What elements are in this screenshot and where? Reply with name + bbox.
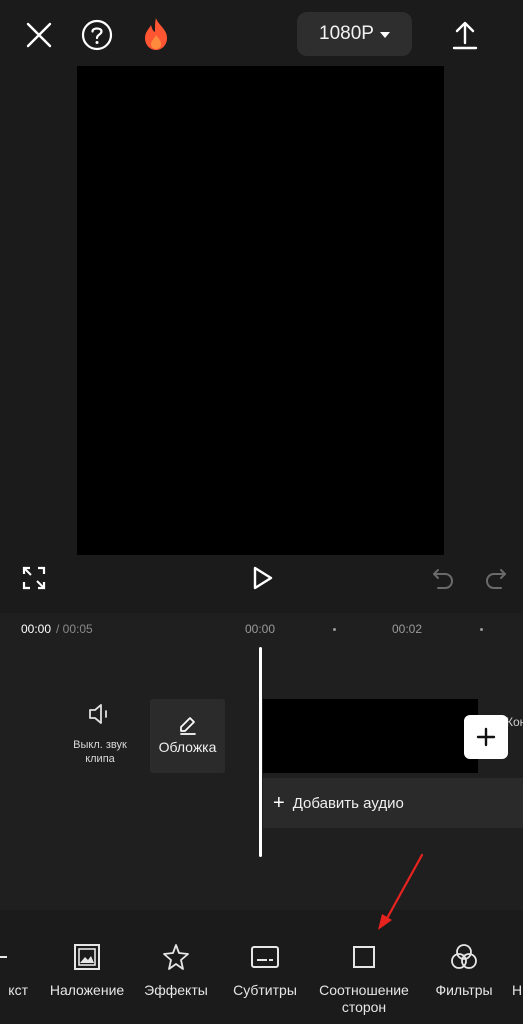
edit-pencil-icon xyxy=(177,714,199,736)
resolution-dropdown[interactable]: 1080P xyxy=(297,12,412,56)
play-button[interactable] xyxy=(247,563,277,593)
video-clip[interactable] xyxy=(263,699,478,773)
upload-icon xyxy=(452,21,478,50)
close-button[interactable] xyxy=(22,18,56,52)
tool-label: Субтитры xyxy=(233,982,297,998)
tool-label: Соотношение сторон xyxy=(319,982,409,1015)
plus-icon xyxy=(476,727,496,747)
ruler-tick xyxy=(480,628,483,631)
tool-next[interactable]: Н xyxy=(512,930,523,999)
fire-button[interactable] xyxy=(140,16,172,52)
play-icon xyxy=(253,566,273,590)
add-audio-label: Добавить аудио xyxy=(292,794,404,812)
help-icon xyxy=(81,19,113,51)
ruler-tick xyxy=(333,628,336,631)
close-icon xyxy=(26,22,52,48)
current-time: 00:00 xyxy=(21,622,52,636)
next-tool-icon xyxy=(512,942,523,972)
video-preview[interactable] xyxy=(77,66,444,555)
effects-icon xyxy=(161,942,191,972)
tool-subtitles[interactable]: Субтитры xyxy=(226,930,304,999)
ruler-label: 00:02 xyxy=(392,622,423,636)
tool-overlay[interactable]: Наложение xyxy=(44,930,130,999)
mute-clip-button[interactable]: Выкл. звук клипа xyxy=(58,700,142,772)
ruler-label: 00:00 xyxy=(245,622,276,636)
tool-filters[interactable]: Фильтры xyxy=(426,930,502,999)
tool-label: кст xyxy=(8,982,28,998)
cover-label: Обложка xyxy=(158,739,217,755)
tool-effects[interactable]: Эффекты xyxy=(138,930,214,999)
help-button[interactable] xyxy=(80,18,114,52)
tool-text[interactable]: кст xyxy=(0,930,28,999)
tool-aspect-ratio[interactable]: Соотношение сторон xyxy=(312,930,416,1016)
redo-icon xyxy=(485,569,506,589)
chevron-down-icon xyxy=(379,32,390,38)
add-audio-plus-icon: + xyxy=(273,791,285,814)
tool-label: Н xyxy=(512,982,523,998)
subtitles-icon xyxy=(250,942,280,972)
clip-end-label: Кон xyxy=(506,715,523,729)
tool-label: Наложение xyxy=(49,982,125,998)
mute-clip-label: Выкл. звук клипа xyxy=(73,739,127,765)
annotation-arrow-icon xyxy=(378,853,424,930)
tool-label: Фильтры xyxy=(435,982,493,998)
cover-button[interactable]: Обложка xyxy=(150,699,225,773)
fire-icon xyxy=(145,18,167,50)
speaker-mute-icon xyxy=(86,700,114,728)
export-button[interactable] xyxy=(448,18,482,52)
playhead[interactable] xyxy=(259,647,262,857)
bottom-toolbar: кст Наложение Эффекты Субтитры Соотношен… xyxy=(0,930,523,1024)
resolution-label: 1080P xyxy=(319,23,374,44)
aspect-ratio-icon xyxy=(349,942,379,972)
undo-icon xyxy=(433,569,454,589)
redo-button[interactable] xyxy=(483,566,509,592)
undo-button[interactable] xyxy=(430,566,456,592)
overlay-icon xyxy=(72,942,102,972)
fullscreen-icon xyxy=(22,566,46,590)
tool-label: Эффекты xyxy=(144,982,208,998)
filters-icon xyxy=(449,942,479,972)
add-clip-button[interactable] xyxy=(464,715,508,759)
total-time: / 00:05 xyxy=(56,622,93,636)
add-audio-button[interactable]: + Добавить аудио xyxy=(263,778,523,828)
text-icon xyxy=(0,942,23,972)
fullscreen-button[interactable] xyxy=(20,564,48,592)
